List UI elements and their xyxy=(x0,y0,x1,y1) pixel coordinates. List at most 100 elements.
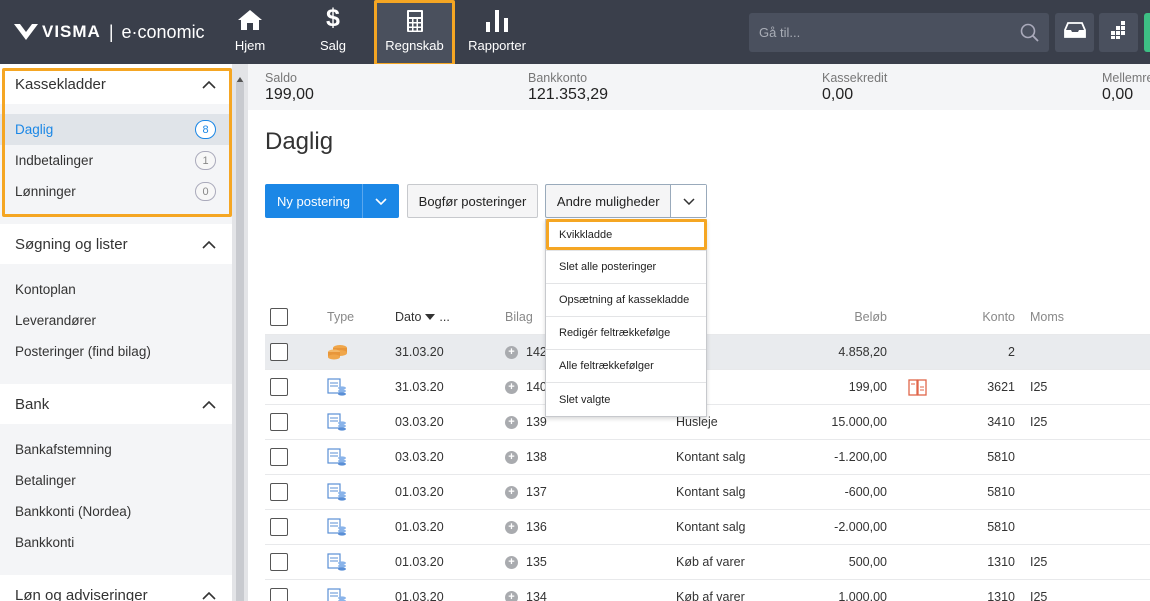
apps-button[interactable] xyxy=(1099,13,1138,52)
ledger-icon xyxy=(327,580,347,601)
nav-sales[interactable]: $ Salg xyxy=(308,0,358,64)
table-row[interactable]: 01.03.20 +134 Køb af varer 1.000,00 1310… xyxy=(265,579,1150,601)
sidebar-section-header[interactable]: Løn og adviseringer xyxy=(0,575,232,601)
summary-kassekredit: Kassekredit 0,00 xyxy=(822,71,887,104)
row-checkbox[interactable] xyxy=(270,483,288,501)
sidebar-item-bankkonti[interactable]: Bankkonti xyxy=(0,527,232,558)
row-voucher: +139 xyxy=(505,405,547,439)
menu-item-setup[interactable]: Opsætning af kassekladde xyxy=(546,284,706,317)
plus-circle-icon[interactable]: + xyxy=(505,520,518,534)
new-posting-button[interactable]: Ny postering xyxy=(265,184,399,218)
sidebar-item-leverandorer[interactable]: Leverandører xyxy=(0,305,232,336)
attachment-icon[interactable] xyxy=(908,370,928,404)
sidebar: Kassekladder Daglig 8 Indbetalinger 1 Lø… xyxy=(0,64,232,601)
select-all-checkbox[interactable] xyxy=(270,308,288,326)
menu-item-all-field-orders[interactable]: Alle feltrækkefølger xyxy=(546,350,706,383)
row-text: Køb af varer xyxy=(676,590,745,601)
row-select-cell xyxy=(270,370,288,404)
ledger-icon xyxy=(327,405,347,439)
row-checkbox[interactable] xyxy=(270,378,288,396)
table-row[interactable]: 01.03.20 +136 Kontant salg -2.000,00 581… xyxy=(265,509,1150,544)
row-select-cell xyxy=(270,335,288,369)
sidebar-scrollbar[interactable] xyxy=(232,64,248,601)
row-voucher: +135 xyxy=(505,545,547,579)
plus-circle-icon[interactable]: + xyxy=(505,345,518,359)
table-row[interactable]: 03.03.20 +138 Kontant salg -1.200,00 581… xyxy=(265,439,1150,474)
row-voucher: +137 xyxy=(505,475,547,509)
menu-item-kvikkladde[interactable]: Kvikkladde xyxy=(546,220,706,251)
table-row[interactable]: 01.03.20 +135 Køb af varer 500,00 1310 I… xyxy=(265,544,1150,579)
sidebar-item-posteringer[interactable]: Posteringer (find bilag) xyxy=(0,336,232,367)
row-select-cell xyxy=(270,440,288,474)
menu-item-edit-field-order[interactable]: Redigér feltrækkefølge xyxy=(546,317,706,350)
row-checkbox[interactable] xyxy=(270,448,288,466)
sidebar-item-bankkonti-nordea[interactable]: Bankkonti (Nordea) xyxy=(0,496,232,527)
row-amount: -1.200,00 xyxy=(834,450,887,464)
ledger-icon xyxy=(327,545,347,579)
sidebar-section-header[interactable]: Kassekladder xyxy=(0,64,232,104)
summary-value: 199,00 xyxy=(265,86,314,103)
row-voucher: +138 xyxy=(505,440,547,474)
row-checkbox[interactable] xyxy=(270,343,288,361)
nav-home-label: Hjem xyxy=(234,38,266,53)
table-row[interactable]: 03.03.20 +139 Husleje 15.000,00 3410 I25 xyxy=(265,404,1150,439)
sidebar-section-header[interactable]: Søgning og lister xyxy=(0,224,232,264)
table-row[interactable]: 31.03.20 +140 et 199,00 3621 I25 xyxy=(265,369,1150,404)
sidebar-item-lonninger[interactable]: Lønninger 0 xyxy=(0,176,232,207)
scrollbar-thumb[interactable] xyxy=(236,82,244,601)
search-input[interactable] xyxy=(749,13,1049,52)
search-icon[interactable] xyxy=(1020,23,1039,47)
plus-circle-icon[interactable]: + xyxy=(505,415,518,429)
row-text: Kontant salg xyxy=(676,450,746,464)
summary-mellemregning: Mellemre 0,00 xyxy=(1102,71,1150,104)
sidebar-item-daglig[interactable]: Daglig 8 xyxy=(0,114,232,145)
row-select-cell xyxy=(270,580,288,601)
row-checkbox[interactable] xyxy=(270,553,288,571)
green-action-button[interactable] xyxy=(1144,13,1150,52)
row-checkbox[interactable] xyxy=(270,413,288,431)
sidebar-item-label: Daglig xyxy=(15,122,54,137)
count-badge: 8 xyxy=(195,120,216,139)
other-options-button[interactable]: Andre muligheder xyxy=(545,184,707,218)
sidebar-item-label: Leverandører xyxy=(15,313,97,328)
sidebar-item-indbetalinger[interactable]: Indbetalinger 1 xyxy=(0,145,232,176)
header-dato[interactable]: Dato ... xyxy=(395,300,450,334)
sidebar-item-kontoplan[interactable]: Kontoplan xyxy=(0,274,232,305)
inbox-button[interactable] xyxy=(1055,13,1094,52)
plus-circle-icon[interactable]: + xyxy=(505,380,518,394)
nav-home[interactable]: Hjem xyxy=(225,0,275,64)
row-voucher-number: 134 xyxy=(526,590,547,601)
plus-circle-icon[interactable]: + xyxy=(505,450,518,464)
visma-economic-logo[interactable]: VISMA | e·conomic xyxy=(14,20,205,44)
row-checkbox[interactable] xyxy=(270,588,288,601)
chevron-down-icon[interactable] xyxy=(671,185,706,217)
chevron-down-icon[interactable] xyxy=(363,197,399,205)
plus-circle-icon[interactable]: + xyxy=(505,485,518,499)
menu-item-delete-all[interactable]: Slet alle posteringer xyxy=(546,251,706,284)
row-date: 01.03.20 xyxy=(395,555,444,569)
header-moms[interactable]: Moms xyxy=(1030,300,1064,334)
plus-circle-icon[interactable]: + xyxy=(505,555,518,569)
nav-accounting[interactable]: Regnskab xyxy=(374,0,455,66)
sidebar-item-label: Bankkonti xyxy=(15,535,75,550)
header-type[interactable]: Type xyxy=(327,300,354,334)
row-select-cell xyxy=(270,475,288,509)
menu-item-delete-selected[interactable]: Slet valgte xyxy=(546,383,706,416)
plus-circle-icon[interactable]: + xyxy=(505,590,518,601)
row-amount: -600,00 xyxy=(844,485,887,499)
sidebar-section-header[interactable]: Bank xyxy=(0,384,232,424)
row-amount: -2.000,00 xyxy=(834,520,887,534)
sidebar-item-betalinger[interactable]: Betalinger xyxy=(0,465,232,496)
summary-value: 0,00 xyxy=(1102,86,1134,103)
nav-reports[interactable]: Rapporter xyxy=(466,0,528,64)
select-all-cell xyxy=(270,300,288,334)
book-postings-button[interactable]: Bogfør posteringer xyxy=(407,184,538,218)
ledger-icon xyxy=(327,440,347,474)
header-belob[interactable]: Beløb xyxy=(854,300,887,334)
table-row[interactable]: 01.03.20 +137 Kontant salg -600,00 5810 xyxy=(265,474,1150,509)
header-bilag[interactable]: Bilag xyxy=(505,300,533,334)
header-konto[interactable]: Konto xyxy=(982,300,1015,334)
table-row[interactable]: 31.03.20 +142 4.858,20 2 xyxy=(265,334,1150,369)
row-checkbox[interactable] xyxy=(270,518,288,536)
sidebar-item-bankafstemning[interactable]: Bankafstemning xyxy=(0,434,232,465)
